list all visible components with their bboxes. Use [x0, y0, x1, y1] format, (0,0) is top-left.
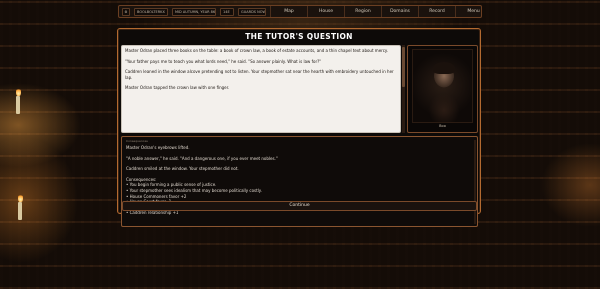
scrollbar-thumb[interactable] [402, 47, 405, 87]
portrait-frame: Boo [407, 45, 478, 133]
story-scrollbar[interactable] [402, 45, 405, 133]
outcome-paragraph: Caddren smiled at the window. Your stepm… [126, 166, 239, 172]
date-display: MID AUTUMN, YEAR 860 [172, 7, 216, 16]
event-title: THE TUTOR'S QUESTION [245, 32, 353, 41]
story-paragraph: Master Odran placed three books on the t… [125, 48, 388, 53]
story-text-box: Master Odran placed three books on the t… [121, 45, 401, 133]
nav-map[interactable]: Map [270, 6, 307, 17]
nav-domains[interactable]: Domains [381, 6, 418, 17]
event-window: THE TUTOR'S QUESTION Master Odran placed… [117, 28, 481, 227]
outcome-paragraph: "A noble answer," he said. "And a danger… [126, 155, 278, 161]
outcome-paragraph: Master Odran's eyebrows lifted. [126, 145, 190, 150]
character-portrait [412, 49, 473, 123]
portrait-hair [433, 62, 455, 74]
candle-icon [18, 202, 22, 220]
story-paragraph: "Your father pays me to teach you what l… [125, 58, 322, 64]
candle-flame-icon [18, 194, 23, 202]
top-bar: ⚙ BOOLBOLTERKX MID AUTUMN, YEAR 860 14E … [118, 5, 482, 18]
continue-button[interactable]: Continue [122, 201, 477, 211]
nav-region[interactable]: Region [344, 6, 381, 17]
status-display: GUARDS NOW [238, 7, 266, 16]
settings-icon[interactable]: ⚙ [122, 7, 130, 16]
story-paragraph: Caddren leaned in the window alcove pret… [125, 69, 394, 80]
character-name: BOOLBOLTERKX [134, 7, 168, 16]
outcome-scrollbar[interactable] [474, 140, 476, 224]
list-item: Caddren relationship +1 [126, 210, 473, 216]
outcome-box: Consequences Master Odran's eyebrows lif… [121, 136, 478, 227]
story-paragraph: Master Odran tapped the crown law with o… [125, 85, 230, 91]
age-display: 14E [220, 7, 234, 16]
nav-record[interactable]: Record [418, 6, 455, 17]
candle-icon [16, 96, 20, 114]
candle-flame-icon [16, 88, 21, 96]
nav-menu[interactable]: Menu [455, 6, 491, 17]
nav-house[interactable]: House [307, 6, 344, 17]
outcome-header: Consequences [126, 139, 148, 143]
nav-bar: Map House Region Domains Record Menu [270, 6, 480, 17]
portrait-name: Boo [439, 124, 446, 128]
